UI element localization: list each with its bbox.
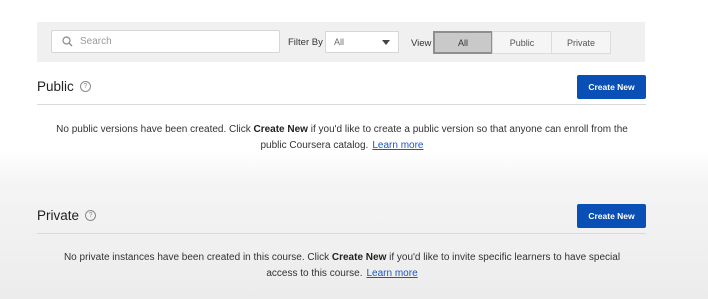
public-divider [37, 104, 646, 105]
view-option-public[interactable]: Public [492, 31, 552, 54]
public-create-new-button[interactable]: Create New [577, 75, 646, 99]
view-option-all[interactable]: All [433, 31, 493, 54]
chevron-down-icon [382, 39, 390, 45]
private-learn-more-link[interactable]: Learn more [367, 268, 418, 279]
private-divider [37, 233, 646, 234]
public-section-title: Public ? [37, 79, 91, 94]
public-learn-more-link[interactable]: Learn more [372, 140, 423, 151]
public-message-before: No public versions have been created. Cl… [56, 124, 254, 135]
private-message-before: No private instances have been created i… [63, 252, 332, 263]
filter-by-label: Filter By [288, 37, 323, 48]
view-option-private[interactable]: Private [551, 31, 611, 54]
filter-bar: Filter By All View All Public Private [37, 22, 645, 62]
filter-by-dropdown[interactable]: All [325, 31, 399, 53]
public-message-after: if you'd like to create a public version… [260, 124, 628, 151]
filter-by-value: All [334, 37, 345, 47]
public-message-bold: Create New [253, 124, 308, 135]
help-icon[interactable]: ? [85, 210, 97, 221]
private-empty-message: No private instances have been created i… [50, 250, 634, 282]
public-title-text: Public [37, 79, 74, 94]
public-empty-message: No public versions have been created. Cl… [50, 122, 634, 154]
search-box[interactable] [51, 30, 280, 53]
view-label: View [411, 38, 432, 49]
help-icon[interactable]: ? [79, 81, 91, 92]
private-title-text: Private [37, 208, 80, 223]
private-message-bold: Create New [331, 252, 387, 263]
private-create-new-button[interactable]: Create New [577, 204, 646, 228]
view-toggle-group: All Public Private [433, 31, 611, 54]
private-section-title: Private ? [37, 208, 97, 223]
search-icon [62, 36, 74, 48]
search-input[interactable] [80, 36, 260, 47]
